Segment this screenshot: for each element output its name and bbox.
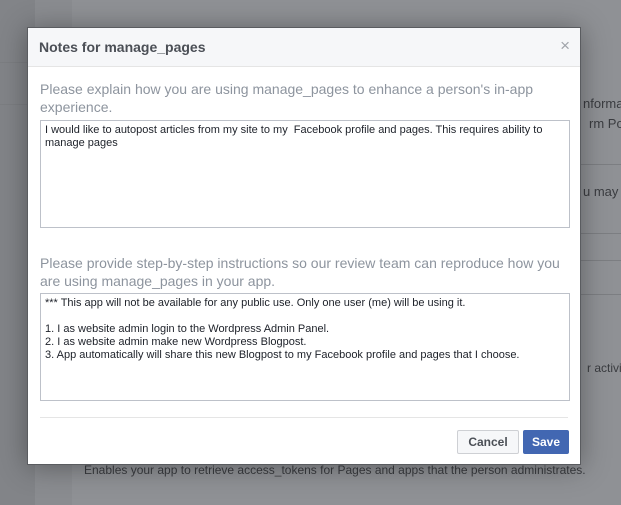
background-footer-text: Enables your app to retrieve access_toke… — [84, 463, 586, 477]
background-fragment: r activit — [587, 361, 621, 375]
save-button[interactable]: Save — [523, 430, 569, 454]
background-divider — [581, 164, 621, 165]
background-fragment: nforma — [583, 96, 621, 111]
usage-answer-field[interactable]: I would like to autopost articles from m… — [40, 120, 570, 228]
background-divider — [581, 260, 621, 261]
question-usage-label: Please explain how you are using manage_… — [40, 81, 534, 115]
background-fragment: u may — [583, 184, 619, 199]
dialog-header: Notes for manage_pages × — [28, 28, 580, 67]
instructions-answer-field[interactable]: *** This app will not be available for a… — [40, 293, 570, 401]
cancel-button[interactable]: Cancel — [457, 430, 519, 454]
background-divider — [581, 294, 621, 295]
question-instructions-label: Please provide step-by-step instructions… — [40, 255, 560, 289]
background-divider — [581, 233, 621, 234]
dialog-footer-divider — [40, 417, 568, 418]
background-divider — [0, 62, 30, 63]
close-icon[interactable]: × — [560, 36, 570, 56]
background-divider — [0, 104, 30, 105]
dialog-title: Notes for manage_pages — [39, 39, 206, 55]
background-fragment: rm Po — [589, 116, 621, 131]
notes-dialog: Notes for manage_pages × Please explain … — [27, 27, 581, 465]
